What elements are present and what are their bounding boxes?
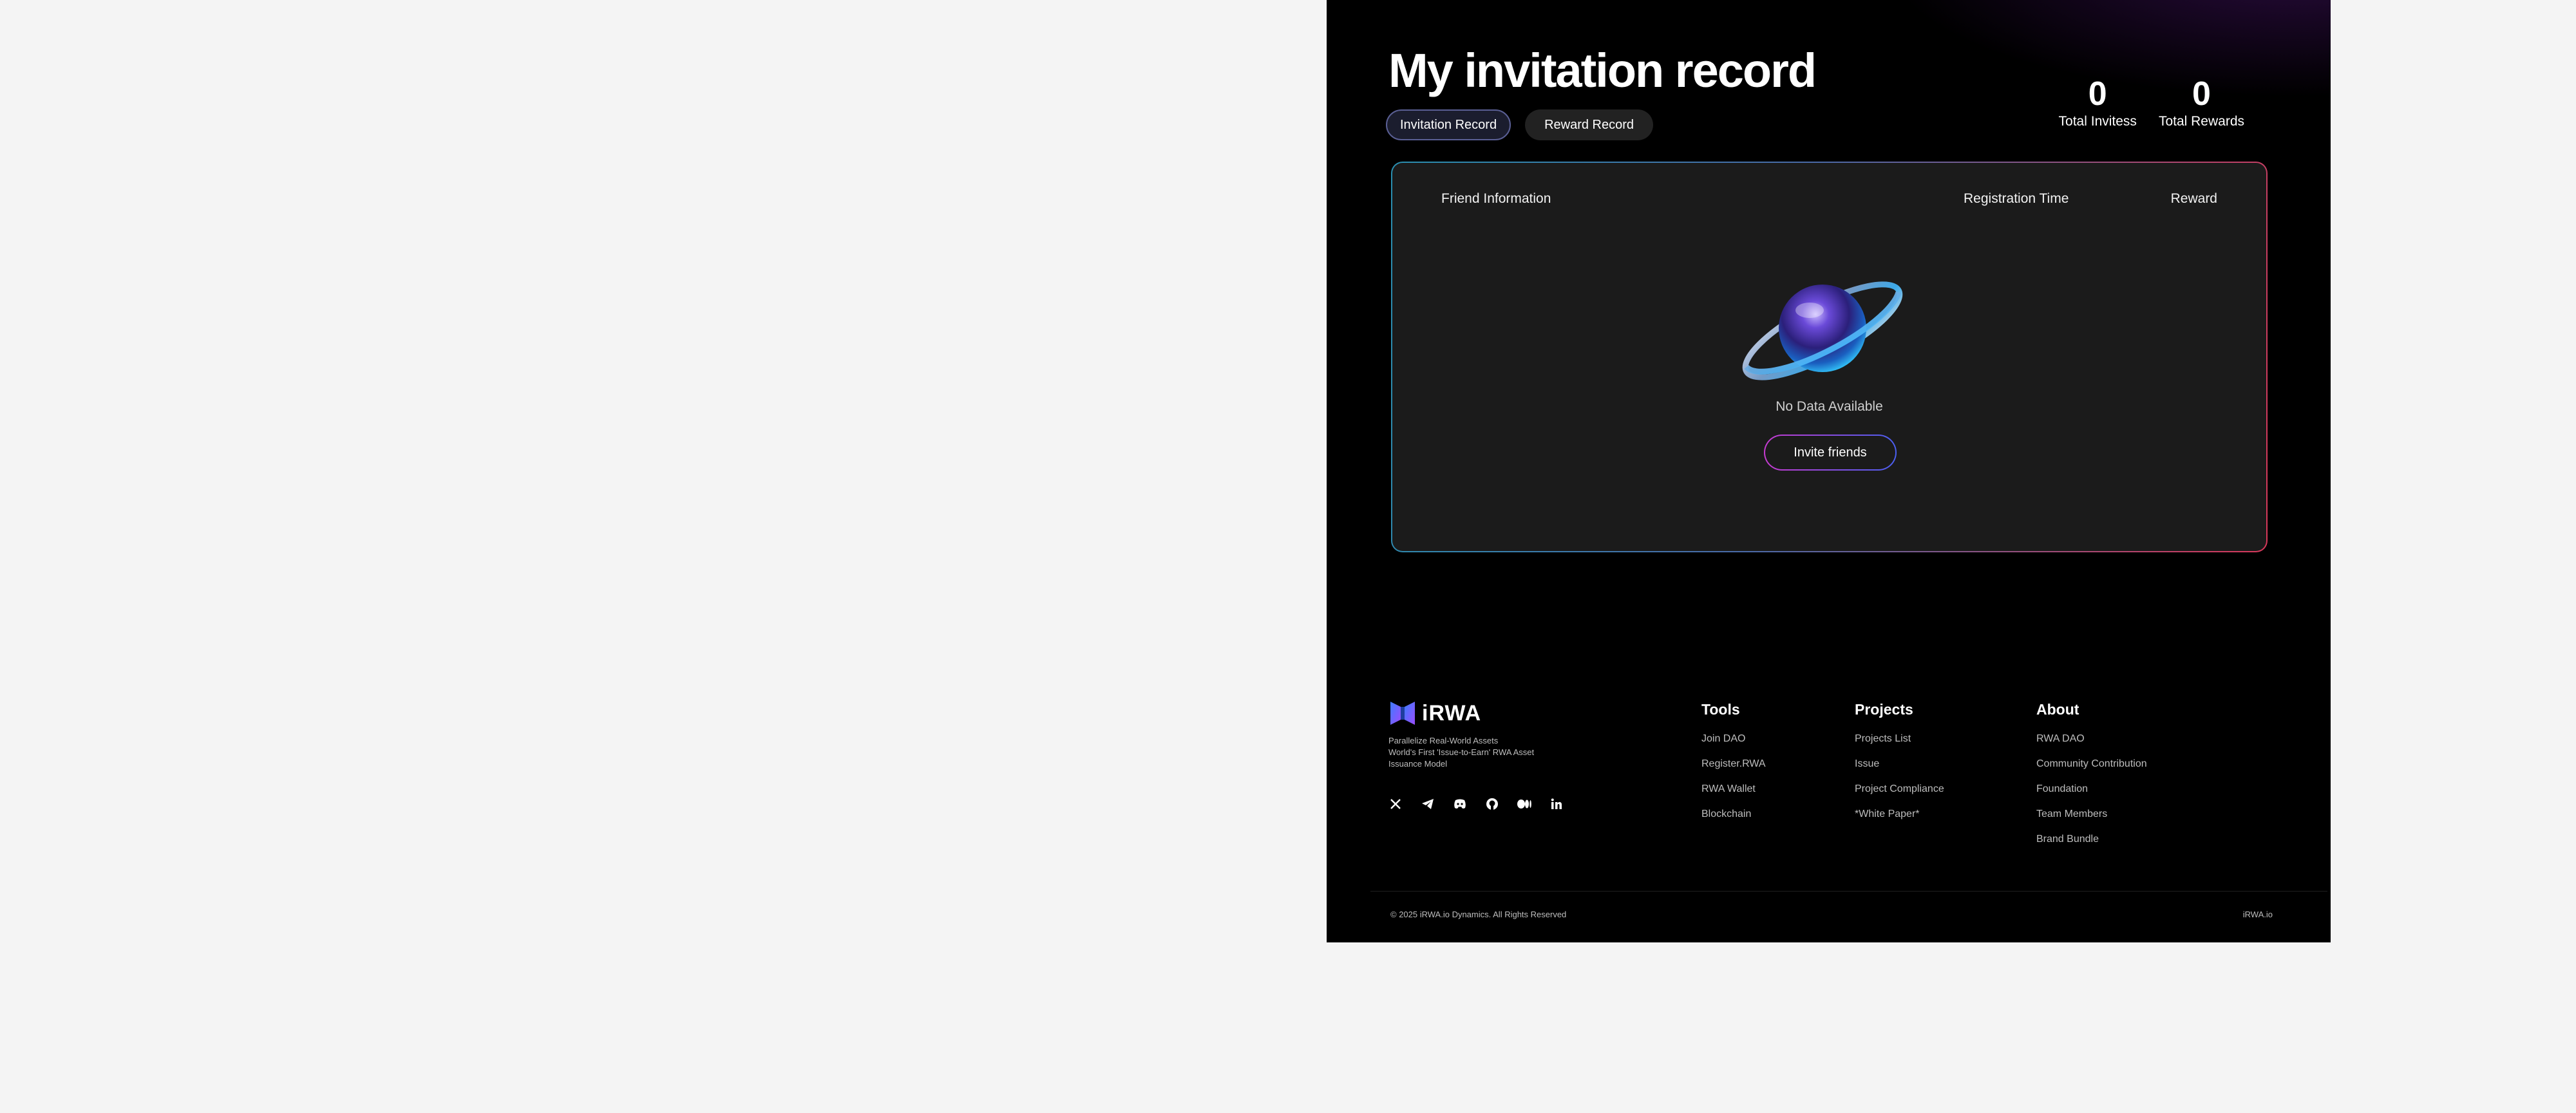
linkedin-icon[interactable] bbox=[1549, 797, 1564, 811]
footer-link-join-dao[interactable]: Join DAO bbox=[1701, 733, 1766, 745]
invite-friends-button[interactable]: Invite friends bbox=[1764, 435, 1897, 471]
invite-friends-label: Invite friends bbox=[1765, 436, 1895, 469]
footer-link-register-rwa[interactable]: Register.RWA bbox=[1701, 758, 1766, 771]
footer-divider bbox=[1370, 891, 2327, 892]
footer-link-rwa-wallet[interactable]: RWA Wallet bbox=[1701, 783, 1766, 796]
copyright-text: © 2025 iRWA.io Dynamics. All Rights Rese… bbox=[1390, 910, 1567, 919]
footer-column-about: About RWA DAO Community Contribution Fou… bbox=[2036, 700, 2147, 858]
empty-state-text: No Data Available bbox=[1776, 399, 1883, 414]
brand-name: iRWA bbox=[1422, 700, 1482, 725]
github-icon[interactable] bbox=[1485, 797, 1499, 811]
footer-link-team-members[interactable]: Team Members bbox=[2036, 808, 2147, 821]
records-table-panel: Friend Information Registration Time Rew… bbox=[1391, 162, 2268, 552]
footer-link-issue[interactable]: Issue bbox=[1855, 758, 1944, 771]
stat-label: Total Rewards bbox=[2158, 114, 2244, 129]
column-header-friend-information: Friend Information bbox=[1441, 191, 1551, 206]
footer-brand: iRWA Parallelize Real-World Assets World… bbox=[1388, 699, 1564, 811]
footer-link-projects-list[interactable]: Projects List bbox=[1855, 733, 1944, 745]
site-link[interactable]: iRWA.io bbox=[2243, 910, 2273, 919]
column-header-registration-time: Registration Time bbox=[1964, 191, 2069, 206]
footer-column-title: Projects bbox=[1855, 701, 1913, 718]
social-links bbox=[1388, 797, 1564, 811]
column-header-reward: Reward bbox=[2170, 191, 2217, 206]
brand-tagline: Parallelize Real-World Assets World's Fi… bbox=[1388, 735, 1562, 770]
footer-link-white-paper[interactable]: *White Paper* bbox=[1855, 808, 1944, 821]
footer-link-blockchain[interactable]: Blockchain bbox=[1701, 808, 1766, 821]
x-icon[interactable] bbox=[1388, 797, 1403, 811]
page-title: My invitation record bbox=[1388, 44, 1817, 97]
irwa-logo-icon bbox=[1390, 702, 1415, 725]
empty-state-planet-icon bbox=[1742, 281, 1903, 380]
stat-total-rewards: 0 Total Rewards bbox=[2159, 75, 2244, 130]
tagline-line: World's First 'Issue-to-Earn' RWA Asset bbox=[1388, 747, 1535, 757]
tab-reward-record[interactable]: Reward Record bbox=[1525, 109, 1654, 140]
footer-link-foundation[interactable]: Foundation bbox=[2036, 783, 2147, 796]
footer-link-community-contribution[interactable]: Community Contribution bbox=[2036, 758, 2147, 771]
footer-column-title: Tools bbox=[1701, 701, 1740, 718]
footer-column-title: About bbox=[2036, 701, 2079, 718]
footer-column-tools: Tools Join DAO Register.RWA RWA Wallet B… bbox=[1701, 700, 1766, 833]
stat-value: 0 bbox=[2088, 75, 2107, 113]
telegram-icon[interactable] bbox=[1421, 797, 1435, 811]
irwa-logo[interactable]: iRWA bbox=[1388, 699, 1564, 727]
footer-column-projects: Projects Projects List Issue Project Com… bbox=[1855, 700, 1944, 833]
footer-link-brand-bundle[interactable]: Brand Bundle bbox=[2036, 833, 2147, 846]
footer-link-rwa-dao[interactable]: RWA DAO bbox=[2036, 733, 2147, 745]
tab-invitation-record[interactable]: Invitation Record bbox=[1386, 109, 1511, 140]
tagline-line: Parallelize Real-World Assets bbox=[1388, 736, 1499, 745]
discord-icon[interactable] bbox=[1453, 797, 1467, 811]
records-table: Friend Information Registration Time Rew… bbox=[1392, 163, 2266, 551]
invitation-page: My invitation record Invitation Record R… bbox=[1327, 0, 2331, 942]
stat-label: Total Invitess bbox=[2058, 114, 2137, 129]
record-tabs: Invitation Record Reward Record bbox=[1386, 109, 1654, 140]
medium-icon[interactable] bbox=[1517, 797, 1531, 811]
stat-value: 0 bbox=[2192, 75, 2211, 113]
footer-link-project-compliance[interactable]: Project Compliance bbox=[1855, 783, 1944, 796]
tagline-line: Issuance Model bbox=[1388, 759, 1448, 769]
stat-total-invitees: 0 Total Invitess bbox=[2059, 75, 2137, 130]
stats-summary: 0 Total Invitess 0 Total Rewards bbox=[2059, 75, 2244, 130]
